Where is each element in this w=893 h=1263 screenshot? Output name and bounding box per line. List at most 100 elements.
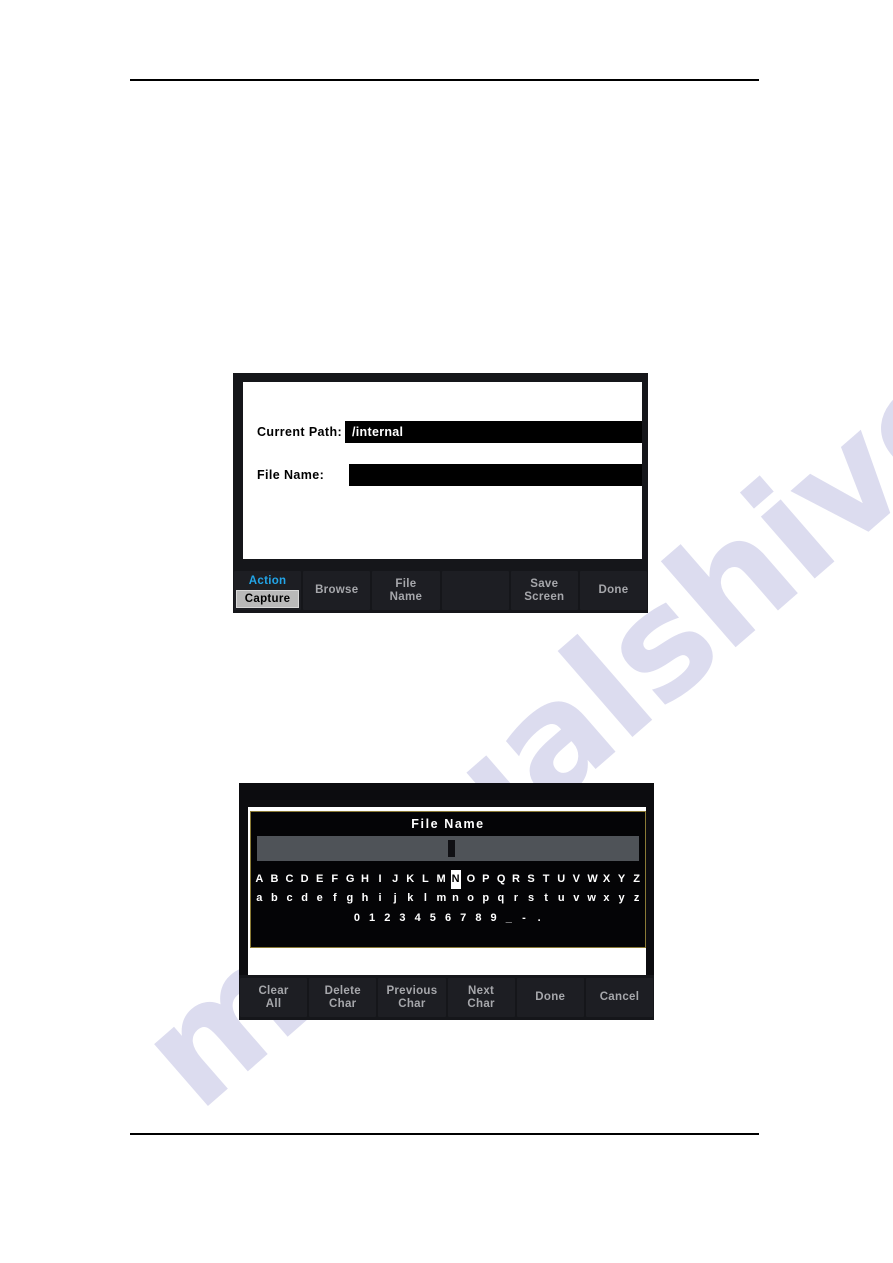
keypad-key-F[interactable]: F — [330, 870, 340, 889]
softkey-previous-char-line2: Char — [398, 997, 426, 1010]
keypad-key-8[interactable]: 8 — [473, 909, 483, 928]
keypad-key-R[interactable]: R — [511, 870, 521, 889]
softkey-previous-char-line1: Previous — [386, 984, 438, 997]
keypad-key-m[interactable]: m — [435, 889, 446, 908]
keypad-key-U[interactable]: U — [556, 870, 566, 889]
keypad-key-c[interactable]: c — [285, 889, 295, 908]
keypad-key-Y[interactable]: Y — [617, 870, 627, 889]
keypad-key-5[interactable]: 5 — [428, 909, 438, 928]
keypad-key-g[interactable]: g — [345, 889, 355, 908]
keypad-key-X[interactable]: X — [601, 870, 611, 889]
softkey-cancel-line1: Cancel — [599, 991, 640, 1003]
keypad-key-W[interactable]: W — [586, 870, 597, 889]
softkey-capture-chip[interactable]: Capture — [236, 590, 300, 608]
keypad-key-M[interactable]: M — [435, 870, 445, 889]
softkey-action-capture[interactable]: Action Capture — [234, 571, 302, 610]
softkey-file-name[interactable]: File Name — [372, 571, 440, 610]
keypad-key-t[interactable]: t — [541, 889, 551, 908]
keypad-key-P[interactable]: P — [481, 870, 491, 889]
keypad-key-V[interactable]: V — [571, 870, 581, 889]
keypad-key-L[interactable]: L — [420, 870, 430, 889]
current-path-label: Current Path: — [257, 425, 343, 439]
keypad-key-K[interactable]: K — [405, 870, 415, 889]
figure-two-softkey-bar: Clear All Delete Char Previous Char Next… — [239, 975, 654, 1020]
keypad-key-E[interactable]: E — [315, 870, 325, 889]
keypad-key-H[interactable]: H — [360, 870, 370, 889]
keypad-key-C[interactable]: C — [285, 870, 295, 889]
keypad-panel: File Name ABCDEFGHIJKLMNOPQRSTUVWXYZ abc… — [250, 811, 646, 948]
softkey-previous-char[interactable]: Previous Char — [378, 978, 446, 1017]
keypad-key-7[interactable]: 7 — [458, 909, 468, 928]
softkey-clear-all[interactable]: Clear All — [240, 978, 308, 1017]
keypad-key-0[interactable]: 0 — [352, 909, 362, 928]
keypad-key-l[interactable]: l — [420, 889, 430, 908]
keypad-key-h[interactable]: h — [360, 889, 370, 908]
keypad-key-3[interactable]: 3 — [397, 909, 407, 928]
softkey-empty-slot — [441, 571, 509, 610]
keypad-key-Z[interactable]: Z — [632, 870, 642, 889]
softkey-browse[interactable]: Browse — [303, 571, 371, 610]
keypad-key-v[interactable]: v — [571, 889, 581, 908]
keypad-key-b[interactable]: b — [269, 889, 279, 908]
keypad-key-9[interactable]: 9 — [489, 909, 499, 928]
keypad-key-q[interactable]: q — [496, 889, 506, 908]
softkey-delete-char[interactable]: Delete Char — [309, 978, 377, 1017]
keypad-key-p[interactable]: p — [481, 889, 491, 908]
keypad-key-f[interactable]: f — [330, 889, 340, 908]
keypad-key-S[interactable]: S — [526, 870, 536, 889]
figure-one-softkey-bar: Action Capture Browse File Name Save Scr… — [233, 568, 648, 613]
keypad-key--[interactable]: - — [519, 909, 529, 928]
keypad-key-y[interactable]: y — [617, 889, 627, 908]
file-name-keypad-dialog: File Name ABCDEFGHIJKLMNOPQRSTUVWXYZ abc… — [239, 783, 654, 1020]
keypad-key-A[interactable]: A — [254, 870, 264, 889]
keypad-key-.[interactable]: . — [534, 909, 544, 928]
file-name-value[interactable] — [349, 464, 642, 486]
keypad-key-1[interactable]: 1 — [367, 909, 377, 928]
keypad-key-2[interactable]: 2 — [382, 909, 392, 928]
keypad-key-J[interactable]: J — [390, 870, 400, 889]
softkey-next-char[interactable]: Next Char — [447, 978, 515, 1017]
keypad-key-o[interactable]: o — [466, 889, 476, 908]
keypad-key-Q[interactable]: Q — [496, 870, 506, 889]
keypad-key-I[interactable]: I — [375, 870, 385, 889]
softkey-save-screen[interactable]: Save Screen — [510, 571, 578, 610]
watermark-layer: manualshive.com — [0, 0, 893, 1263]
keypad-key-D[interactable]: D — [300, 870, 310, 889]
softkey-done-keypad-line1: Done — [535, 991, 566, 1003]
keypad-key-n[interactable]: n — [451, 889, 461, 908]
keypad-key-e[interactable]: e — [315, 889, 325, 908]
keypad-key-z[interactable]: z — [632, 889, 642, 908]
softkey-save-screen-line2: Screen — [524, 590, 565, 603]
keypad-row-digits: 0 1 2 3 4 5 6 7 8 9 _ -. — [257, 909, 639, 928]
current-path-value[interactable]: /internal — [345, 421, 642, 443]
softkey-file-name-line1: File — [395, 577, 417, 590]
softkey-cancel[interactable]: Cancel — [585, 978, 654, 1017]
keypad-key-a[interactable]: a — [254, 889, 264, 908]
keypad-text-input[interactable] — [257, 836, 639, 861]
keypad-key-O[interactable]: O — [466, 870, 476, 889]
keypad-key-B[interactable]: B — [269, 870, 279, 889]
keypad-key-G[interactable]: G — [345, 870, 355, 889]
keypad-key-N[interactable]: N — [450, 870, 461, 889]
keypad-key-T[interactable]: T — [541, 870, 551, 889]
softkey-done[interactable]: Done — [579, 571, 648, 610]
keypad-key-u[interactable]: u — [556, 889, 566, 908]
page-header-rule — [130, 79, 759, 81]
keypad-key-d[interactable]: d — [300, 889, 310, 908]
keypad-key-4[interactable]: 4 — [413, 909, 423, 928]
keypad-key-6[interactable]: 6 — [443, 909, 453, 928]
softkey-next-char-line1: Next — [468, 984, 495, 997]
keypad-key-w[interactable]: w — [586, 889, 596, 908]
keypad-row-lowercase: abcdefghijklmnopqrstuvwxyz — [254, 889, 642, 908]
softkey-file-name-line2: Name — [389, 590, 423, 603]
keypad-key-_[interactable]: _ — [504, 909, 514, 928]
save-screen-dialog: Current Path: /internal File Name: Actio… — [233, 373, 648, 613]
softkey-done-keypad[interactable]: Done — [516, 978, 584, 1017]
softkey-done-line1: Done — [598, 584, 629, 596]
keypad-key-x[interactable]: x — [601, 889, 611, 908]
keypad-key-r[interactable]: r — [511, 889, 521, 908]
keypad-key-k[interactable]: k — [405, 889, 415, 908]
keypad-key-j[interactable]: j — [390, 889, 400, 908]
keypad-key-i[interactable]: i — [375, 889, 385, 908]
keypad-key-s[interactable]: s — [526, 889, 536, 908]
